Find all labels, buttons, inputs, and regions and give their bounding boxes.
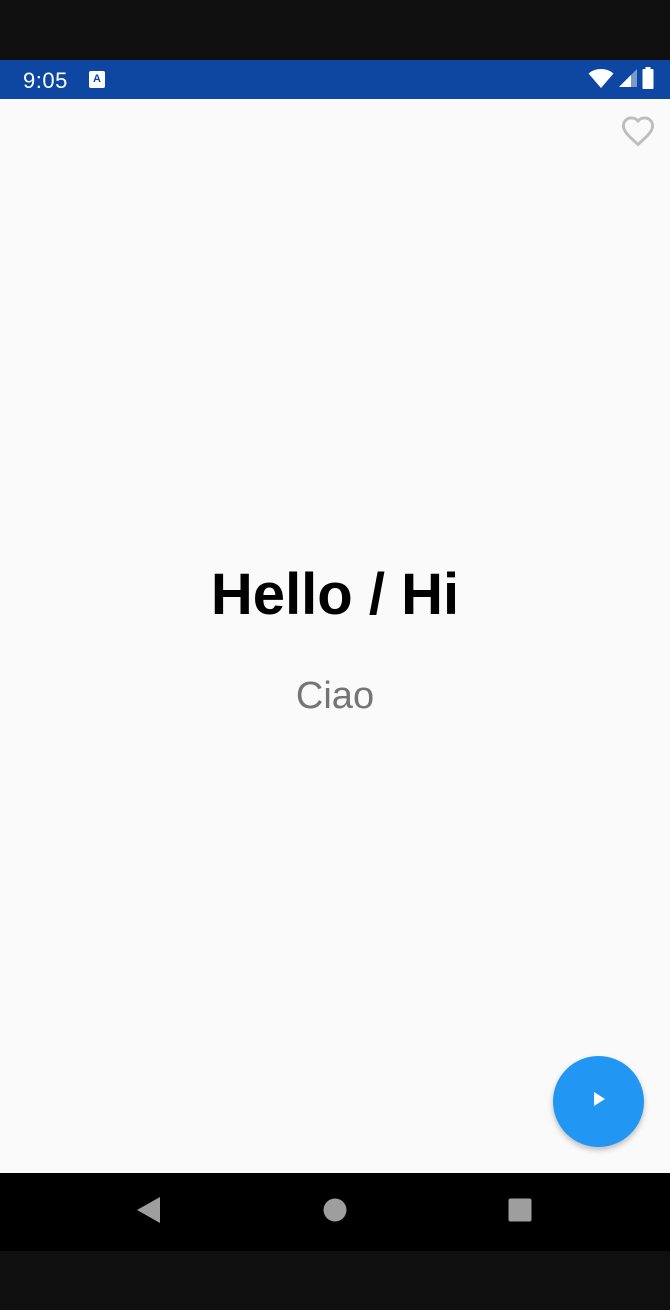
status-time: 9:05: [23, 68, 68, 93]
heart-outline-icon: [620, 115, 656, 152]
accessibility-a-icon: A: [89, 71, 105, 88]
recents-button[interactable]: [505, 1197, 535, 1227]
translation-text: Ciao: [295, 675, 375, 717]
play-icon: [590, 1090, 608, 1113]
cell-signal-icon: [618, 68, 638, 93]
home-icon: [323, 1198, 347, 1227]
battery-icon: [642, 66, 654, 94]
wifi-icon: [588, 67, 614, 94]
back-icon: [135, 1196, 161, 1229]
phrase-text: Hello / Hi: [210, 562, 460, 627]
phrase-card: [0, 99, 670, 1173]
favorite-button[interactable]: [618, 113, 658, 153]
play-audio-button[interactable]: [553, 1056, 644, 1147]
status-bar: 9:05 A: [0, 60, 670, 99]
bottom-bezel: [0, 1251, 670, 1310]
top-bezel: [0, 0, 670, 60]
back-button[interactable]: [133, 1196, 163, 1229]
recents-icon: [508, 1198, 532, 1227]
home-button[interactable]: [320, 1197, 350, 1227]
status-icons: [588, 66, 654, 94]
navigation-bar: [0, 1173, 670, 1251]
